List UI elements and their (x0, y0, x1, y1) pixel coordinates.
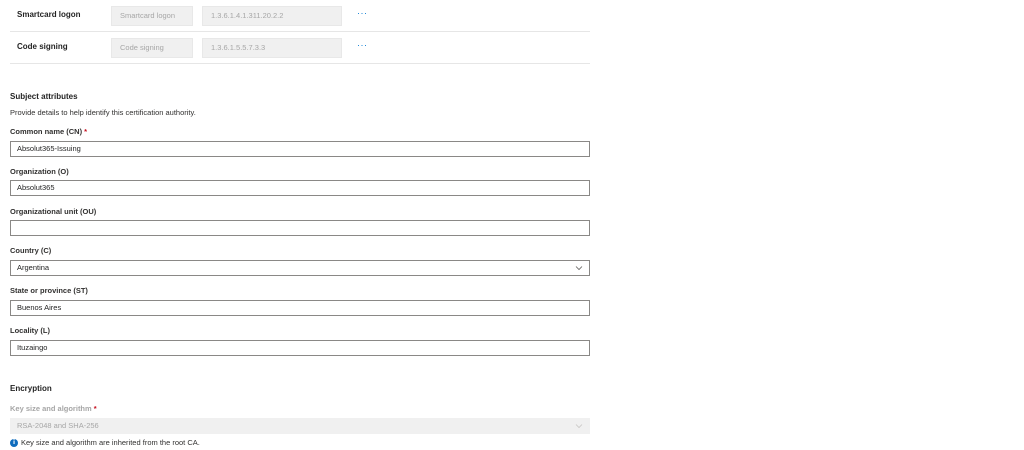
key-size-info-text: Key size and algorithm are inherited fro… (21, 438, 200, 447)
country-select[interactable]: Argentina (10, 260, 590, 276)
eku-row-smartcard: Smartcard logon Smartcard logon 1.3.6.1.… (10, 0, 590, 32)
info-icon: i (10, 438, 18, 447)
eku-oid-field: 1.3.6.1.5.5.7.3.3 (202, 38, 342, 58)
organization-label: Organization (O) (10, 167, 69, 176)
key-size-select-value: RSA-2048 and SHA-256 (17, 421, 99, 430)
chevron-down-icon (575, 424, 583, 429)
eku-name-field: Smartcard logon (111, 6, 193, 26)
org-unit-input[interactable] (10, 220, 590, 236)
eku-name-label: Smartcard logon (17, 10, 81, 19)
org-unit-label: Organizational unit (OU) (10, 207, 97, 216)
eku-oid-field: 1.3.6.1.4.1.311.20.2.2 (202, 6, 342, 26)
encryption-heading: Encryption (10, 384, 52, 393)
form-content: Smartcard logon Smartcard logon 1.3.6.1.… (10, 0, 590, 447)
subject-attributes-heading: Subject attributes (10, 92, 78, 101)
organization-input[interactable]: Absolut365 (10, 180, 590, 196)
chevron-down-icon (575, 266, 583, 271)
common-name-input[interactable]: Absolut365-Issuing (10, 141, 590, 157)
common-name-label: Common name (CN) * (10, 127, 88, 136)
required-marker: * (93, 404, 97, 413)
locality-label: Locality (L) (10, 326, 51, 335)
required-marker: * (84, 127, 88, 136)
key-size-label: Key size and algorithm * (10, 404, 97, 413)
locality-input[interactable]: Ituzaingo (10, 340, 590, 356)
key-size-info-message: i Key size and algorithm are inherited f… (10, 438, 200, 447)
eku-name-field: Code signing (111, 38, 193, 58)
eku-row-code-signing: Code signing Code signing 1.3.6.1.5.5.7.… (10, 32, 590, 64)
country-label: Country (C) (10, 246, 52, 255)
state-label: State or province (ST) (10, 286, 88, 295)
state-input[interactable]: Buenos Aires (10, 300, 590, 316)
subject-attributes-description: Provide details to help identify this ce… (10, 108, 196, 117)
page: Smartcard logon Smartcard logon 1.3.6.1.… (0, 0, 1024, 450)
more-options-icon[interactable]: ··· (357, 8, 368, 18)
eku-name-label: Code signing (17, 42, 68, 51)
country-select-value: Argentina (17, 263, 50, 272)
key-size-select: RSA-2048 and SHA-256 (10, 418, 590, 434)
more-options-icon[interactable]: ··· (357, 40, 368, 50)
